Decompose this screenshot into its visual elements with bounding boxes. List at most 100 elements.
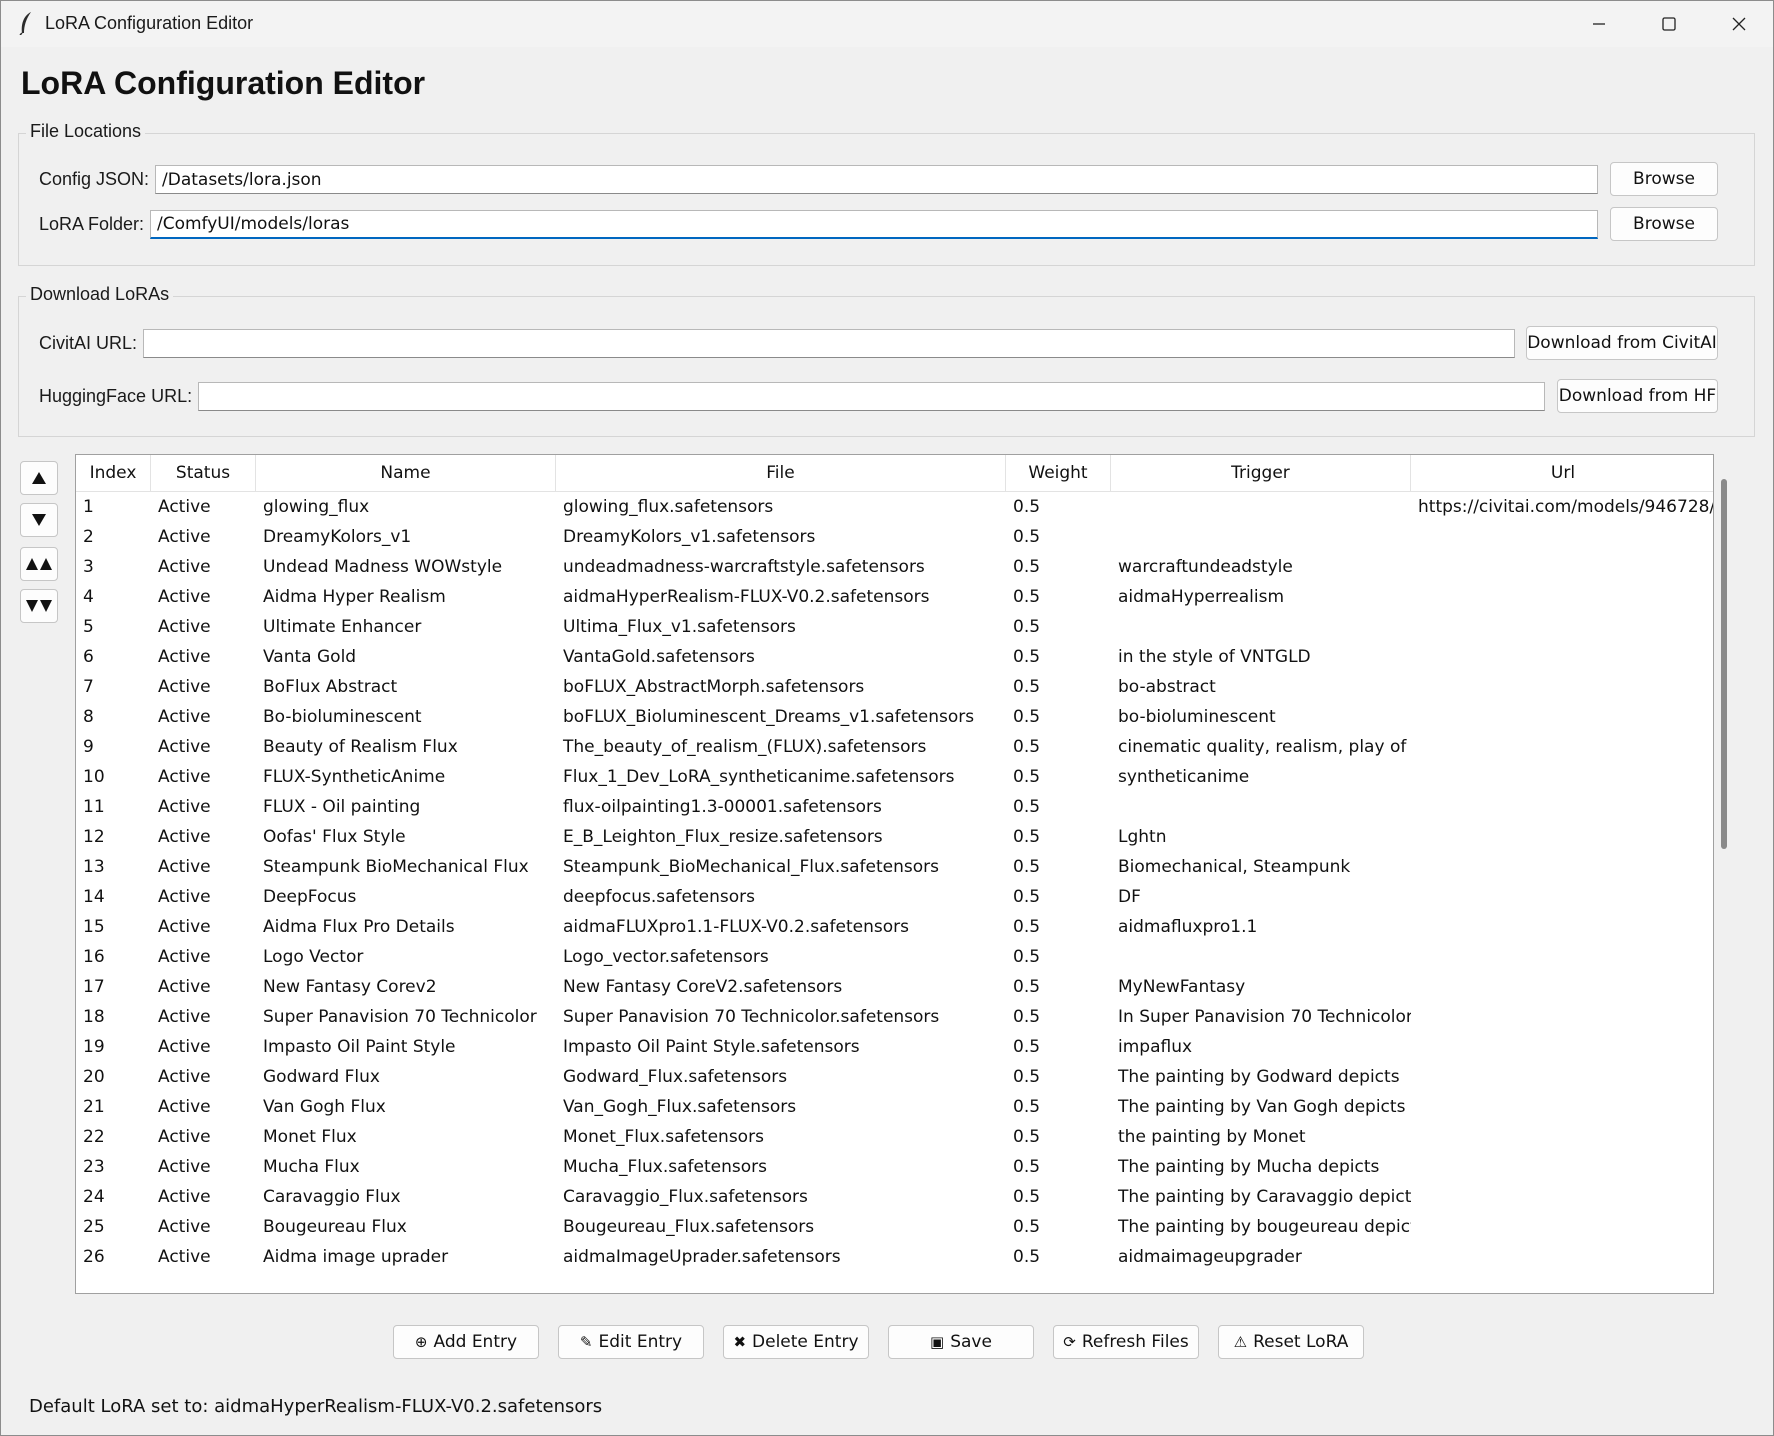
download-civitai-button[interactable]: Download from CivitAI	[1526, 326, 1718, 360]
cell-trigger: The painting by Caravaggio depicts	[1118, 1187, 1411, 1207]
cell-name: New Fantasy Corev2	[263, 977, 437, 997]
cell-file: aidmaHyperRealism-FLUX-V0.2.safetensors	[563, 587, 930, 607]
column-header-trigger[interactable]: Trigger	[1111, 455, 1411, 492]
table-row[interactable]: 10 Active FLUX-SyntheticAnime Flux_1_Dev_Lo…	[76, 762, 1713, 792]
cell-name: DeepFocus	[263, 887, 357, 907]
table-row[interactable]: 18 Active Super Panavision 70 Technicolor S…	[76, 1002, 1713, 1032]
cell-trigger: The painting by Van Gogh depicts	[1118, 1097, 1406, 1117]
cell-file: deepfocus.safetensors	[563, 887, 755, 907]
save-button[interactable]: ▣ Save	[888, 1325, 1034, 1359]
table-row[interactable]: 16 Active Logo Vector Logo_vector.safetenso…	[76, 942, 1713, 972]
cell-index: 4	[83, 587, 94, 607]
move-bottom-button[interactable]	[20, 589, 58, 623]
cell-file: VantaGold.safetensors	[563, 647, 755, 667]
lora-folder-input[interactable]	[150, 210, 1598, 239]
move-up-button[interactable]	[20, 461, 58, 495]
browse-folder-button[interactable]: Browse	[1610, 207, 1718, 241]
cell-weight: 0.5	[1013, 947, 1041, 967]
cell-name: Undead Madness WOWstyle	[263, 557, 503, 577]
huggingface-url-input[interactable]	[198, 382, 1545, 411]
cell-url	[1411, 1122, 1713, 1152]
table-scrollbar[interactable]	[1721, 479, 1727, 849]
cell-url	[1411, 972, 1713, 1002]
edit-entry-button[interactable]: ✎ Edit Entry	[558, 1325, 704, 1359]
cell-index: 6	[83, 647, 94, 667]
cell-trigger: In Super Panavision 70 Technicolor F	[1118, 1007, 1411, 1027]
table-row[interactable]: 24 Active Caravaggio Flux Caravaggio_Flux.s…	[76, 1182, 1713, 1212]
table-row[interactable]: 4 Active Aidma Hyper Realism aidmaHyperReal…	[76, 582, 1713, 612]
cell-index: 13	[83, 857, 105, 877]
table-row[interactable]: 5 Active Ultimate Enhancer Ultima_Flux_v1.s…	[76, 612, 1713, 642]
table-row[interactable]: 20 Active Godward Flux Godward_Flux.safeten…	[76, 1062, 1713, 1092]
column-header-file[interactable]: File	[556, 455, 1006, 492]
browse-config-button[interactable]: Browse	[1610, 162, 1718, 196]
refresh-files-button[interactable]: ⟳ Refresh Files	[1053, 1325, 1199, 1359]
table-row[interactable]: 3 Active Undead Madness WOWstyle undeadmadn…	[76, 552, 1713, 582]
table-row[interactable]: 14 Active DeepFocus deepfocus.safetensors 0.…	[76, 882, 1713, 912]
move-down-icon	[32, 514, 46, 526]
table-row[interactable]: 12 Active Oofas' Flux Style E_B_Leighton_Fl…	[76, 822, 1713, 852]
cell-file: DreamyKolors_v1.safetensors	[563, 527, 816, 547]
column-header-index[interactable]: Index	[76, 455, 151, 492]
table-row[interactable]: 17 Active New Fantasy Corev2 New Fantasy Co…	[76, 972, 1713, 1002]
table-row[interactable]: 23 Active Mucha Flux Mucha_Flux.safetensors…	[76, 1152, 1713, 1182]
cell-index: 20	[83, 1067, 105, 1087]
cell-trigger: bo-bioluminescent	[1118, 707, 1276, 727]
move-down-button[interactable]	[20, 503, 58, 537]
cell-status: Active	[158, 527, 211, 547]
cell-status: Active	[158, 1007, 211, 1027]
table-row[interactable]: 1 Active glowing_flux glowing_flux.safetens…	[76, 492, 1713, 522]
cell-trigger: bo-abstract	[1118, 677, 1216, 697]
cell-trigger: in the style of VNTGLD	[1118, 647, 1311, 667]
table-row[interactable]: 7 Active BoFlux Abstract boFLUX_AbstractMor…	[76, 672, 1713, 702]
column-header-status[interactable]: Status	[151, 455, 256, 492]
column-header-name[interactable]: Name	[256, 455, 556, 492]
button-label: Delete Entry	[752, 1332, 859, 1352]
reset-lora-button[interactable]: ⚠ Reset LoRA	[1218, 1325, 1364, 1359]
cell-status: Active	[158, 1157, 211, 1177]
civitai-url-input[interactable]	[143, 329, 1515, 358]
cell-file: Mucha_Flux.safetensors	[563, 1157, 767, 1177]
table-row[interactable]: 6 Active Vanta Gold VantaGold.safetensors 0.…	[76, 642, 1713, 672]
table-row[interactable]: 11 Active FLUX - Oil painting flux-oilpaint…	[76, 792, 1713, 822]
config-json-input[interactable]	[155, 165, 1598, 194]
download-hf-button[interactable]: Download from HF	[1557, 379, 1718, 413]
cell-status: Active	[158, 1067, 211, 1087]
button-label: Add Entry	[433, 1332, 518, 1352]
lora-table[interactable]: Index Status Name File Weight Trigger Ur…	[75, 454, 1714, 1294]
move-top-button[interactable]	[20, 547, 58, 581]
column-header-url[interactable]: Url	[1411, 455, 1713, 492]
cell-file: E_B_Leighton_Flux_resize.safetensors	[563, 827, 883, 847]
table-row[interactable]: 19 Active Impasto Oil Paint Style Impasto O…	[76, 1032, 1713, 1062]
table-row[interactable]: 26 Active Aidma image uprader aidmaImageUpr…	[76, 1242, 1713, 1272]
huggingface-url-label: HuggingFace URL:	[39, 386, 193, 406]
cell-url	[1411, 642, 1713, 672]
cell-status: Active	[158, 677, 211, 697]
page-title: LoRA Configuration Editor	[21, 65, 426, 101]
table-row[interactable]: 9 Active Beauty of Realism Flux The_beauty_…	[76, 732, 1713, 762]
table-row[interactable]: 2 Active DreamyKolors_v1 DreamyKolors_v1.sa…	[76, 522, 1713, 552]
close-button[interactable]	[1704, 1, 1774, 47]
delete-entry-button[interactable]: ✖ Delete Entry	[723, 1325, 869, 1359]
cell-file: aidmaImageUprader.safetensors	[563, 1247, 841, 1267]
cell-weight: 0.5	[1013, 587, 1041, 607]
table-row[interactable]: 25 Active Bougeureau Flux Bougeureau_Flux.s…	[76, 1212, 1713, 1242]
maximize-button[interactable]	[1634, 1, 1704, 47]
column-header-weight[interactable]: Weight	[1006, 455, 1111, 492]
table-row[interactable]: 13 Active Steampunk BioMechanical Flux Stea…	[76, 852, 1713, 882]
cell-name: Monet Flux	[263, 1127, 357, 1147]
button-label: Refresh Files	[1081, 1332, 1189, 1352]
table-row[interactable]: 15 Active Aidma Flux Pro Details aidmaFLUXp…	[76, 912, 1713, 942]
cell-weight: 0.5	[1013, 1157, 1041, 1177]
table-row[interactable]: 8 Active Bo-bioluminescent boFLUX_Biolumine…	[76, 702, 1713, 732]
cell-index: 24	[83, 1187, 105, 1207]
cell-status: Active	[158, 917, 211, 937]
download-loras-legend: Download LoRAs	[26, 284, 174, 305]
minimize-button[interactable]	[1564, 1, 1634, 47]
add-entry-button[interactable]: ⊕ Add Entry	[393, 1325, 539, 1359]
cell-url	[1411, 852, 1713, 882]
cell-weight: 0.5	[1013, 497, 1041, 517]
cell-name: Vanta Gold	[263, 647, 357, 667]
table-row[interactable]: 21 Active Van Gogh Flux Van_Gogh_Flux.safet…	[76, 1092, 1713, 1122]
table-row[interactable]: 22 Active Monet Flux Monet_Flux.safetensors…	[76, 1122, 1713, 1152]
